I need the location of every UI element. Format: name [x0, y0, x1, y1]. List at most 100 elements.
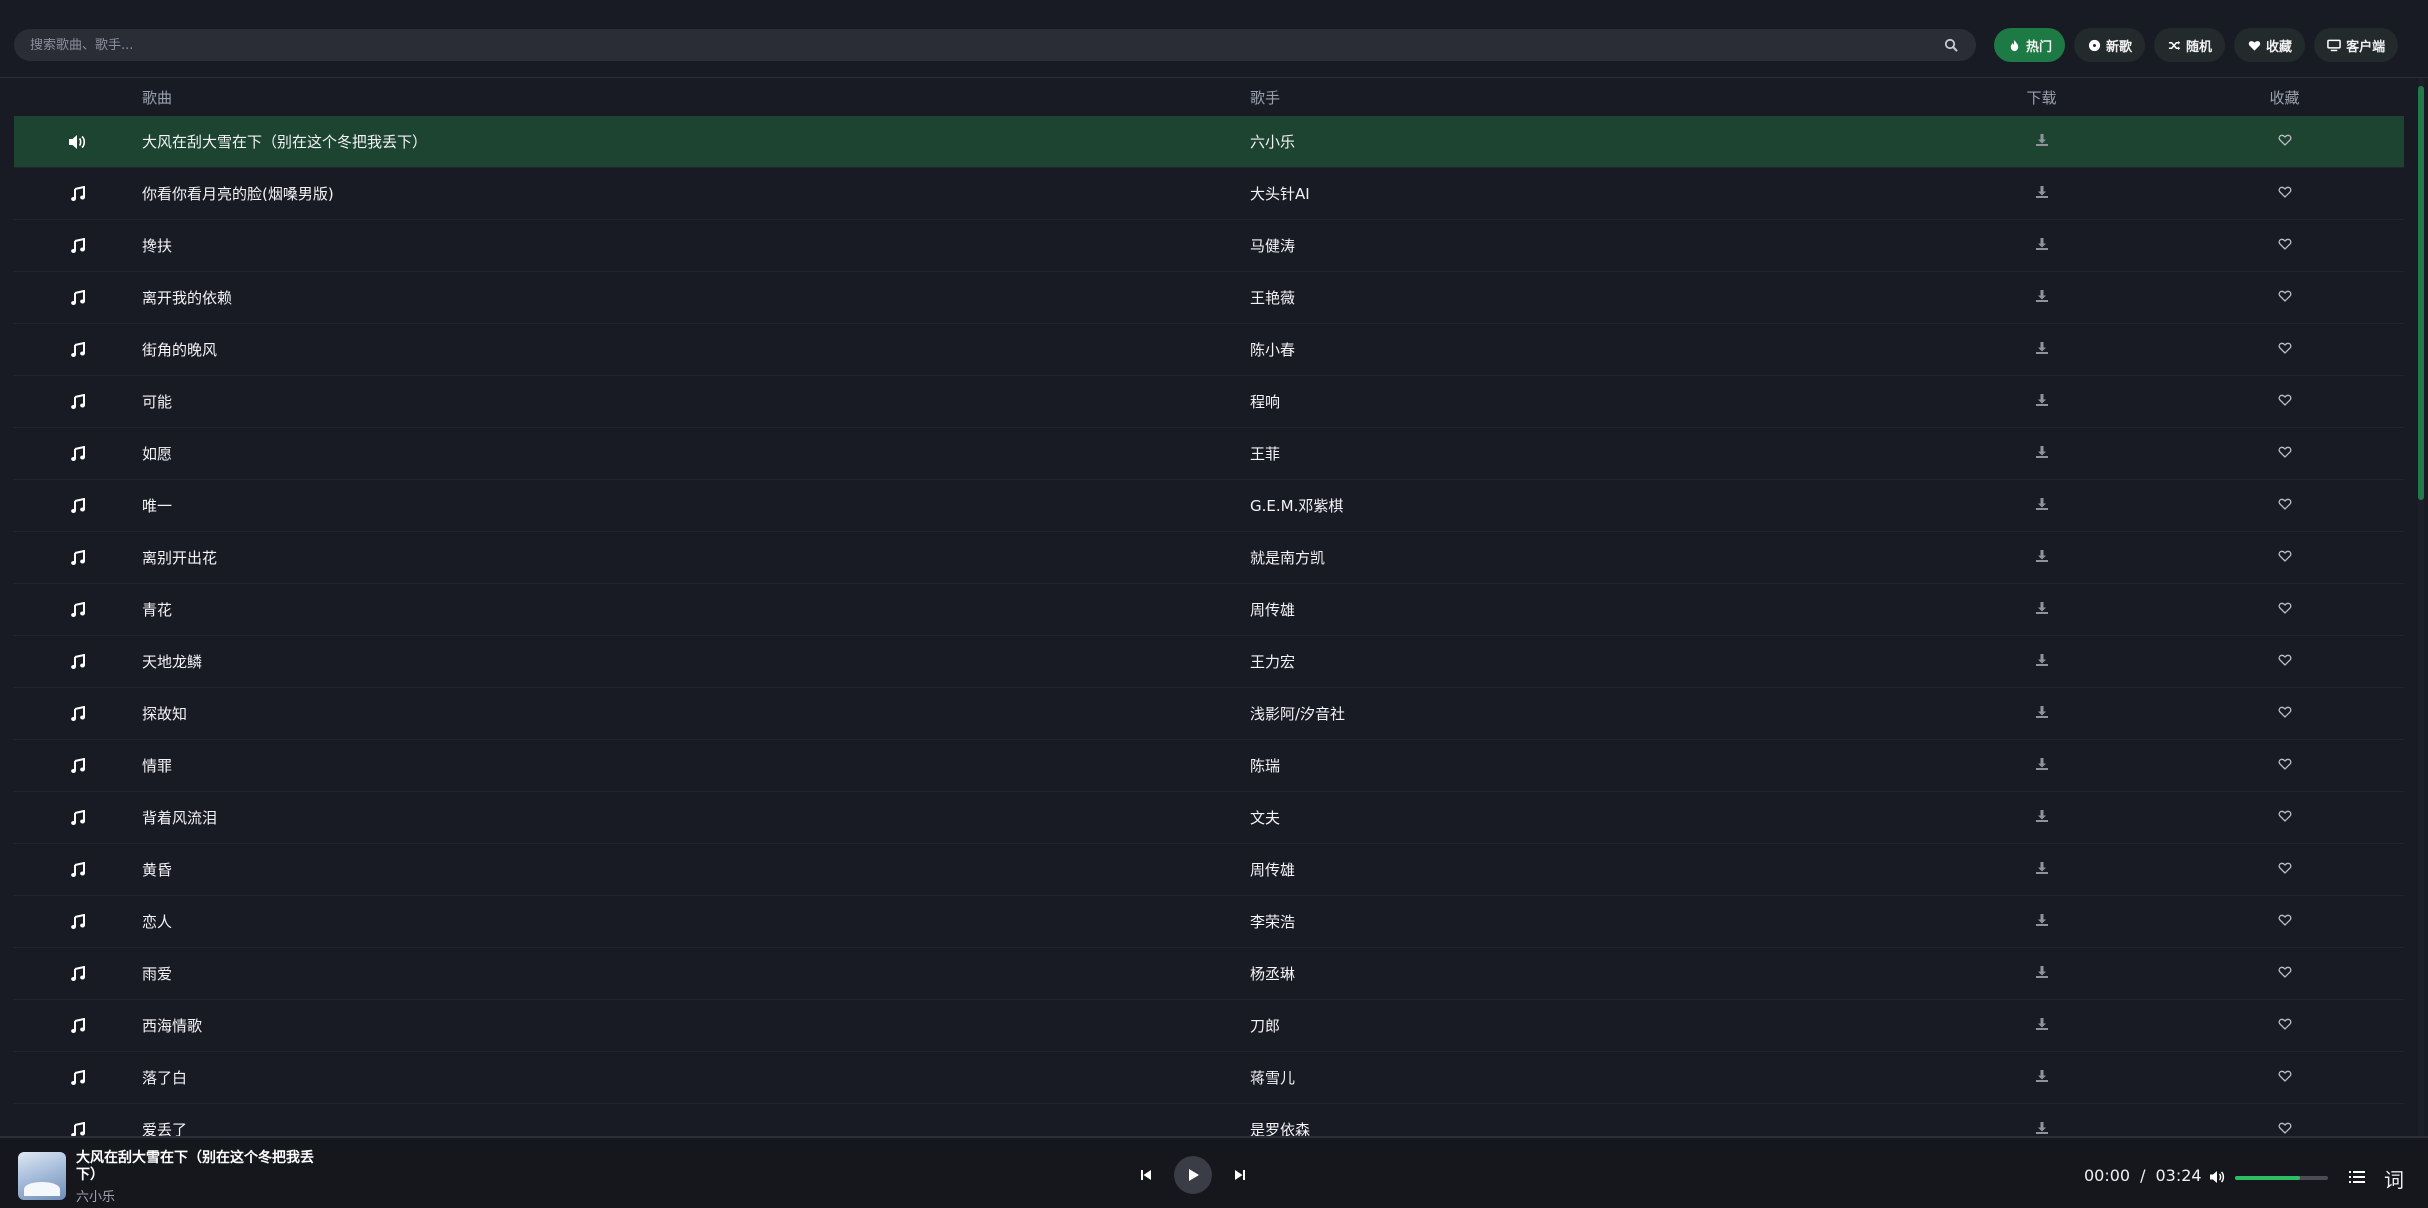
music-note-icon[interactable]: [68, 652, 88, 672]
song-title[interactable]: 街角的晚风: [142, 339, 1250, 360]
song-title[interactable]: 搀扶: [142, 235, 1250, 256]
speaker-icon[interactable]: [68, 132, 88, 152]
song-artist[interactable]: 李荣浩: [1250, 911, 1918, 932]
song-artist[interactable]: 文夫: [1250, 807, 1918, 828]
download-icon[interactable]: [2035, 705, 2049, 723]
heart-outline-icon[interactable]: [2278, 861, 2292, 879]
song-artist[interactable]: 程响: [1250, 391, 1918, 412]
table-row[interactable]: 离别开出花 就是南方凯: [14, 532, 2404, 584]
download-icon[interactable]: [2035, 393, 2049, 411]
song-artist[interactable]: 陈瑞: [1250, 755, 1918, 776]
song-artist[interactable]: 王力宏: [1250, 651, 1918, 672]
table-row[interactable]: 黄昏 周传雄: [14, 844, 2404, 896]
heart-outline-icon[interactable]: [2278, 133, 2292, 151]
download-icon[interactable]: [2035, 601, 2049, 619]
heart-outline-icon[interactable]: [2278, 809, 2292, 827]
music-note-icon[interactable]: [68, 964, 88, 984]
table-row[interactable]: 雨爱 杨丞琳: [14, 948, 2404, 1000]
song-artist[interactable]: 王艳薇: [1250, 287, 1918, 308]
song-title[interactable]: 落了白: [142, 1067, 1250, 1088]
music-note-icon[interactable]: [68, 912, 88, 932]
download-icon[interactable]: [2035, 185, 2049, 203]
scrollbar-thumb[interactable]: [2418, 86, 2424, 500]
nav-client-button[interactable]: 客户端: [2314, 28, 2399, 62]
table-row[interactable]: 离开我的依赖 王艳薇: [14, 272, 2404, 324]
heart-outline-icon[interactable]: [2278, 913, 2292, 931]
song-title[interactable]: 西海情歌: [142, 1015, 1250, 1036]
table-row[interactable]: 西海情歌 刀郎: [14, 1000, 2404, 1052]
download-icon[interactable]: [2035, 497, 2049, 515]
music-note-icon[interactable]: [68, 756, 88, 776]
heart-outline-icon[interactable]: [2278, 757, 2292, 775]
download-icon[interactable]: [2035, 653, 2049, 671]
music-note-icon[interactable]: [68, 704, 88, 724]
heart-outline-icon[interactable]: [2278, 341, 2292, 359]
download-icon[interactable]: [2035, 861, 2049, 879]
song-artist[interactable]: 杨丞琳: [1250, 963, 1918, 984]
song-title[interactable]: 你看你看月亮的脸(烟嗓男版): [142, 183, 1250, 204]
song-title[interactable]: 离开我的依赖: [142, 287, 1250, 308]
play-button[interactable]: [1174, 1156, 1212, 1194]
song-title[interactable]: 青花: [142, 599, 1250, 620]
download-icon[interactable]: [2035, 809, 2049, 827]
song-artist[interactable]: 六小乐: [1250, 131, 1918, 152]
heart-outline-icon[interactable]: [2278, 705, 2292, 723]
volume-slider[interactable]: [2235, 1176, 2328, 1180]
table-row[interactable]: 背着风流泪 文夫: [14, 792, 2404, 844]
heart-outline-icon[interactable]: [2278, 1017, 2292, 1035]
song-title[interactable]: 黄昏: [142, 859, 1250, 880]
music-note-icon[interactable]: [68, 1068, 88, 1088]
table-row[interactable]: 如愿 王菲: [14, 428, 2404, 480]
download-icon[interactable]: [2035, 1017, 2049, 1035]
music-note-icon[interactable]: [68, 236, 88, 256]
song-artist[interactable]: 王菲: [1250, 443, 1918, 464]
download-icon[interactable]: [2035, 1069, 2049, 1087]
heart-outline-icon[interactable]: [2278, 185, 2292, 203]
table-row[interactable]: 天地龙鳞 王力宏: [14, 636, 2404, 688]
song-artist[interactable]: 浅影阿/汐音社: [1250, 703, 1918, 724]
music-note-icon[interactable]: [68, 392, 88, 412]
song-title[interactable]: 可能: [142, 391, 1250, 412]
music-note-icon[interactable]: [68, 496, 88, 516]
search-icon[interactable]: [1942, 36, 1960, 54]
table-row[interactable]: 大风在刮大雪在下（别在这个冬把我丢下） 六小乐: [14, 116, 2404, 168]
download-icon[interactable]: [2035, 341, 2049, 359]
heart-outline-icon[interactable]: [2278, 601, 2292, 619]
song-title[interactable]: 大风在刮大雪在下（别在这个冬把我丢下）: [142, 131, 1250, 152]
heart-outline-icon[interactable]: [2278, 497, 2292, 515]
song-title[interactable]: 离别开出花: [142, 547, 1250, 568]
table-row[interactable]: 情罪 陈瑞: [14, 740, 2404, 792]
download-icon[interactable]: [2035, 913, 2049, 931]
download-icon[interactable]: [2035, 549, 2049, 567]
heart-outline-icon[interactable]: [2278, 393, 2292, 411]
song-title[interactable]: 恋人: [142, 911, 1250, 932]
music-note-icon[interactable]: [68, 288, 88, 308]
heart-outline-icon[interactable]: [2278, 549, 2292, 567]
table-row[interactable]: 唯一 G.E.M.邓紫棋: [14, 480, 2404, 532]
album-cover[interactable]: [18, 1152, 66, 1200]
song-title[interactable]: 雨爱: [142, 963, 1250, 984]
song-artist[interactable]: 蒋雪儿: [1250, 1067, 1918, 1088]
music-note-icon[interactable]: [68, 184, 88, 204]
music-note-icon[interactable]: [68, 548, 88, 568]
playlist-icon[interactable]: [2348, 1168, 2366, 1186]
table-row[interactable]: 探故知 浅影阿/汐音社: [14, 688, 2404, 740]
heart-outline-icon[interactable]: [2278, 653, 2292, 671]
table-row[interactable]: 街角的晚风 陈小春: [14, 324, 2404, 376]
table-row[interactable]: 恋人 李荣浩: [14, 896, 2404, 948]
music-note-icon[interactable]: [68, 860, 88, 880]
song-artist[interactable]: 陈小春: [1250, 339, 1918, 360]
heart-outline-icon[interactable]: [2278, 289, 2292, 307]
nav-random-button[interactable]: 随机: [2154, 28, 2226, 62]
download-icon[interactable]: [2035, 133, 2049, 151]
download-icon[interactable]: [2035, 289, 2049, 307]
next-button[interactable]: [1230, 1165, 1250, 1185]
song-artist[interactable]: 马健涛: [1250, 235, 1918, 256]
song-title[interactable]: 唯一: [142, 495, 1250, 516]
song-artist[interactable]: 周传雄: [1250, 599, 1918, 620]
music-note-icon[interactable]: [68, 600, 88, 620]
table-row[interactable]: 搀扶 马健涛: [14, 220, 2404, 272]
previous-button[interactable]: [1136, 1165, 1156, 1185]
song-artist[interactable]: 就是南方凯: [1250, 547, 1918, 568]
song-title[interactable]: 情罪: [142, 755, 1250, 776]
